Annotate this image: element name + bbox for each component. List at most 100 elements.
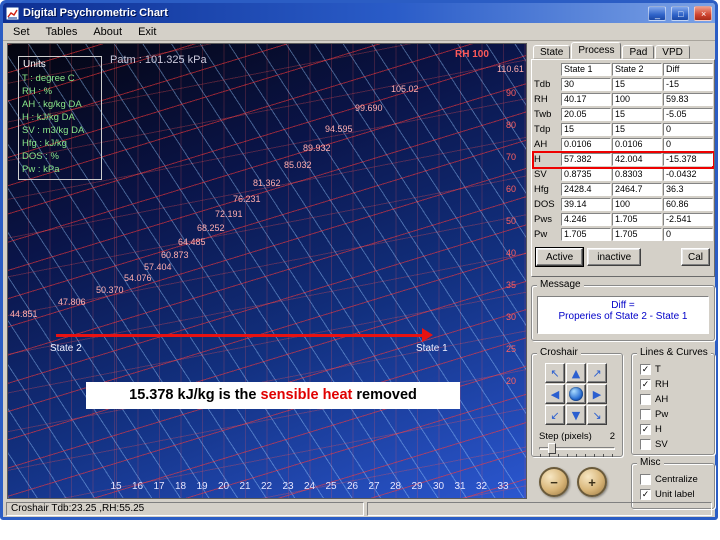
zoom-in-button[interactable]: +	[577, 467, 607, 497]
table-row-ah: AH0.01060.01060	[534, 138, 712, 152]
value-cell[interactable]: -15	[663, 78, 713, 91]
slider-ticks	[540, 454, 614, 457]
message-group: Message Diff = Properies of State 2 - St…	[531, 285, 715, 341]
tab-pad[interactable]: Pad	[622, 45, 654, 59]
enthalpy-label: 110.61	[497, 64, 524, 74]
globe-icon	[569, 387, 583, 401]
value-cell[interactable]: 42.004	[612, 153, 662, 166]
step-slider[interactable]	[539, 443, 615, 456]
curve-toggle-ah[interactable]: AH	[640, 392, 714, 407]
value-cell[interactable]: 1.705	[612, 228, 662, 241]
value-cell[interactable]: 2428.4	[561, 183, 611, 196]
misc-toggle-unit-label[interactable]: Unit label	[640, 487, 714, 502]
inactive-button[interactable]: inactive	[587, 248, 641, 266]
value-cell[interactable]: 39.14	[561, 198, 611, 211]
pan-up-button[interactable]: ▲	[566, 363, 586, 383]
misc-toggle-centralize[interactable]: Centralize	[640, 472, 714, 487]
minimize-button[interactable]: _	[648, 6, 666, 21]
tab-process[interactable]: Process	[571, 42, 621, 59]
menu-item-about[interactable]: About	[85, 25, 130, 39]
tab-state[interactable]: State	[533, 45, 570, 59]
x-tick-label: 21	[239, 481, 250, 492]
status-crosshair-readout: Croshair Tdb:23.25 ,RH:55.25	[6, 502, 364, 516]
table-header-row: State 1State 2Diff	[534, 63, 712, 77]
psychrometric-chart-area[interactable]: Patm : 101.325 kPa RH 100 Units T : degr…	[7, 43, 527, 499]
pan-down-right-button[interactable]: ↘	[587, 405, 607, 425]
enthalpy-label: 57.404	[144, 262, 172, 272]
message-line-2: Properies of State 2 - State 1	[538, 311, 708, 322]
zoom-out-button[interactable]: −	[539, 467, 569, 497]
x-tick-label: 27	[368, 481, 379, 492]
value-cell[interactable]: -0.0432	[663, 168, 713, 181]
close-button[interactable]: ×	[694, 6, 712, 21]
value-cell[interactable]: 57.382	[561, 153, 611, 166]
value-cell[interactable]: 1.705	[612, 213, 662, 226]
maximize-button[interactable]: □	[671, 6, 689, 21]
pan-down-left-button[interactable]: ↙	[545, 405, 565, 425]
status-bar: Croshair Tdb:23.25 ,RH:55.25	[4, 501, 714, 517]
value-cell[interactable]: 15	[561, 123, 611, 136]
value-cell[interactable]: 0.8735	[561, 168, 611, 181]
value-cell[interactable]: 100	[612, 198, 662, 211]
value-cell[interactable]: 0.0106	[612, 138, 662, 151]
active-button[interactable]: Active	[536, 248, 583, 266]
pan-down-button[interactable]: ▼	[566, 405, 586, 425]
pan-right-button[interactable]: ▶	[587, 384, 607, 404]
value-cell[interactable]: 20.05	[561, 108, 611, 121]
annotation-suffix: removed	[352, 387, 416, 403]
curve-toggle-rh[interactable]: RH	[640, 377, 714, 392]
value-cell[interactable]: 30	[561, 78, 611, 91]
recenter-globe-button[interactable]	[566, 384, 586, 404]
pan-left-button[interactable]: ◀	[545, 384, 565, 404]
value-cell[interactable]: -2.541	[663, 213, 713, 226]
value-cell[interactable]: 2464.7	[612, 183, 662, 196]
curve-toggle-pw[interactable]: Pw	[640, 407, 714, 422]
value-cell[interactable]: 15	[612, 123, 662, 136]
value-cell[interactable]: 59.83	[663, 93, 713, 106]
menu-item-exit[interactable]: Exit	[130, 25, 164, 39]
rh-curve-label: 50	[506, 216, 516, 226]
value-cell[interactable]: 0	[663, 228, 713, 241]
step-row: Step (pixels) 2	[539, 431, 615, 442]
checkbox	[640, 394, 651, 405]
value-cell[interactable]: 40.17	[561, 93, 611, 106]
sensible-heat-annotation: 15.378 kJ/kg is the sensible heat remove…	[86, 382, 460, 409]
value-cell[interactable]: 1.705	[561, 228, 611, 241]
checkbox-label: RH	[655, 379, 669, 390]
value-cell[interactable]: 0.0106	[561, 138, 611, 151]
value-cell[interactable]: 0	[663, 138, 713, 151]
x-tick-label: 33	[497, 481, 508, 492]
tab-vpd[interactable]: VPD	[655, 45, 690, 59]
value-cell[interactable]: -5.05	[663, 108, 713, 121]
x-tick-label: 29	[411, 481, 422, 492]
units-line: AH : kg/kg DA	[22, 98, 98, 111]
value-cell[interactable]: -15.378	[663, 153, 713, 166]
annotation-prefix: 15.378 kJ/kg is the	[129, 387, 260, 403]
value-cell[interactable]: 36.3	[663, 183, 713, 196]
checkbox	[640, 489, 651, 500]
rh-curve-label: 25	[506, 344, 516, 354]
table-row-tdb: Tdb3015-15	[534, 78, 712, 92]
pan-up-right-button[interactable]: ↗	[587, 363, 607, 383]
value-cell[interactable]: 4.246	[561, 213, 611, 226]
table-row-tdp: Tdp15150	[534, 123, 712, 137]
curve-toggle-sv[interactable]: SV	[640, 437, 714, 452]
units-line: Pw : kPa	[22, 163, 98, 176]
cal-button[interactable]: Cal	[681, 248, 710, 266]
value-cell[interactable]: 15	[612, 78, 662, 91]
enthalpy-label: 81.362	[253, 178, 281, 188]
pan-up-left-button[interactable]: ↖	[545, 363, 565, 383]
curve-toggle-h[interactable]: H	[640, 422, 714, 437]
checkbox-label: Centralize	[655, 474, 698, 485]
slider-thumb[interactable]	[548, 443, 556, 454]
value-cell[interactable]: 15	[612, 108, 662, 121]
curve-toggle-t[interactable]: T	[640, 362, 714, 377]
menu-item-set[interactable]: Set	[5, 25, 38, 39]
value-cell[interactable]: 0.8303	[612, 168, 662, 181]
value-cell[interactable]: 0	[663, 123, 713, 136]
table-row-pws: Pws4.2461.705-2.541	[534, 213, 712, 227]
value-cell[interactable]: 60.86	[663, 198, 713, 211]
column-header: Diff	[663, 63, 713, 76]
value-cell[interactable]: 100	[612, 93, 662, 106]
menu-item-tables[interactable]: Tables	[38, 25, 86, 39]
